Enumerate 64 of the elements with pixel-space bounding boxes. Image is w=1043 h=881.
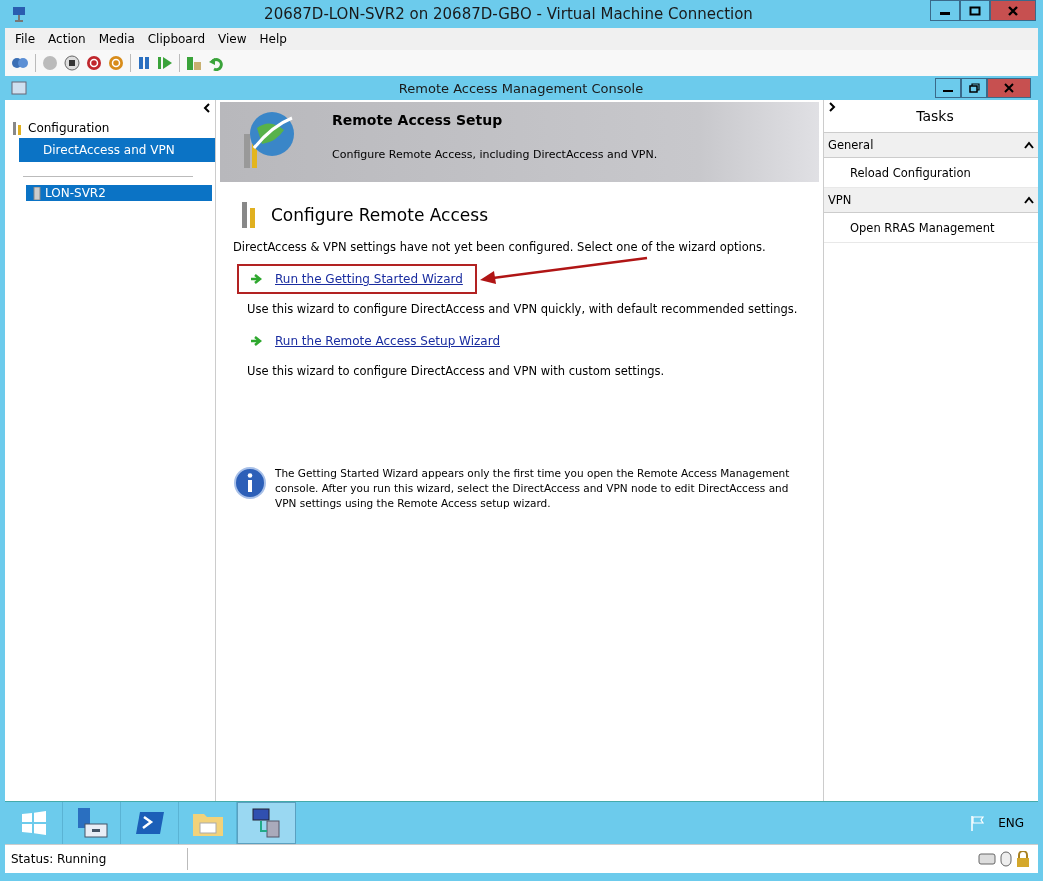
- window-title: 20687D-LON-SVR2 on 20687D-GBO - Virtual Machine Connection: [263, 5, 754, 23]
- padlock-icon: [1016, 851, 1030, 867]
- wizard-link[interactable]: Run the Remote Access Setup Wizard: [275, 334, 500, 348]
- taskbar-app-button[interactable]: [237, 802, 296, 844]
- tree-item[interactable]: Configuration: [5, 118, 215, 138]
- pause-icon[interactable]: [137, 55, 151, 71]
- powershell-icon: [134, 810, 165, 836]
- close-button[interactable]: [990, 0, 1036, 21]
- keyboard-icon: [978, 852, 996, 866]
- close-icon: [1003, 83, 1015, 93]
- tree-item[interactable]: DirectAccess and VPN: [19, 138, 215, 162]
- tasks-title: Tasks: [915, 108, 955, 124]
- restore-button[interactable]: [961, 78, 987, 98]
- shutdown-icon[interactable]: [86, 55, 102, 71]
- server-icon: [33, 186, 41, 200]
- task-link[interactable]: Open RRAS Management: [824, 213, 1038, 243]
- task-section-header[interactable]: VPN: [824, 188, 1038, 213]
- chevron-icon[interactable]: [1024, 141, 1034, 149]
- windows-logo-icon: [20, 810, 47, 836]
- wizard-description: Use this wizard to configure DirectAccess and VPN quickly, with default recommended settings.: [247, 302, 799, 316]
- menu-item[interactable]: File: [15, 32, 36, 46]
- checkpoint-icon[interactable]: [186, 55, 202, 71]
- network-computers-icon: [250, 807, 283, 839]
- banner-subtitle: Configure Remote Access, including DirectAccess and VPN.: [332, 148, 658, 161]
- console-icon: [11, 81, 27, 95]
- menu-item[interactable]: Help: [259, 32, 287, 46]
- stop-icon[interactable]: [64, 55, 80, 71]
- chevron-icon[interactable]: [1024, 196, 1034, 204]
- arrow-icon: [251, 274, 263, 284]
- minimize-button[interactable]: [930, 0, 960, 21]
- undo-arrow-icon[interactable]: [208, 55, 224, 71]
- close-button[interactable]: [987, 78, 1031, 98]
- info-text: The Getting Started Wizard appears only the first time you open the Remote Access Management console. After you run this wizard, select the DirectAccess and VPN node to edit DirectAccess and VPN settings using the Remote Access setup wizard.: [275, 466, 791, 511]
- wizard-description: Use this wizard to configure DirectAccess and VPN with custom settings.: [247, 364, 666, 378]
- status-text: Status: Running: [5, 848, 188, 870]
- menu-item[interactable]: Action: [48, 32, 86, 46]
- tree-item[interactable]: LON-SVR2: [26, 185, 212, 201]
- menu-item[interactable]: Clipboard: [147, 32, 206, 46]
- maximize-button[interactable]: [960, 0, 990, 21]
- power-icon[interactable]: [108, 55, 124, 71]
- monitor-icon: [11, 5, 27, 23]
- banner-title: Remote Access Setup: [332, 112, 504, 128]
- language-indicator[interactable]: ENG: [998, 816, 1024, 830]
- restore-icon: [968, 83, 980, 93]
- minimize-icon: [940, 12, 950, 15]
- menu-item[interactable]: View: [218, 32, 247, 46]
- tools-icon: [12, 120, 24, 136]
- intro-text: DirectAccess & VPN settings have not yet been configured. Select one of the wizard options.: [233, 240, 767, 254]
- arrow-icon: [251, 336, 263, 346]
- wizard-link[interactable]: Run the Getting Started Wizard: [275, 272, 463, 286]
- play-icon[interactable]: [157, 55, 173, 71]
- minimize-button[interactable]: [935, 78, 961, 98]
- minimize-icon: [943, 90, 953, 92]
- task-section-header[interactable]: General: [824, 133, 1038, 158]
- expand-chevron-icon[interactable]: [828, 102, 836, 112]
- menu-item[interactable]: Media: [98, 32, 135, 46]
- info-icon: [233, 466, 267, 500]
- close-icon: [1007, 5, 1019, 16]
- console-title: Remote Access Management Console: [397, 80, 645, 96]
- collapse-chevron-icon[interactable]: [203, 103, 211, 113]
- section-heading: Configure Remote Access: [271, 205, 488, 225]
- ctrl-alt-del-icon[interactable]: [11, 55, 29, 71]
- maximize-icon: [969, 5, 981, 16]
- mouse-icon: [1000, 851, 1012, 867]
